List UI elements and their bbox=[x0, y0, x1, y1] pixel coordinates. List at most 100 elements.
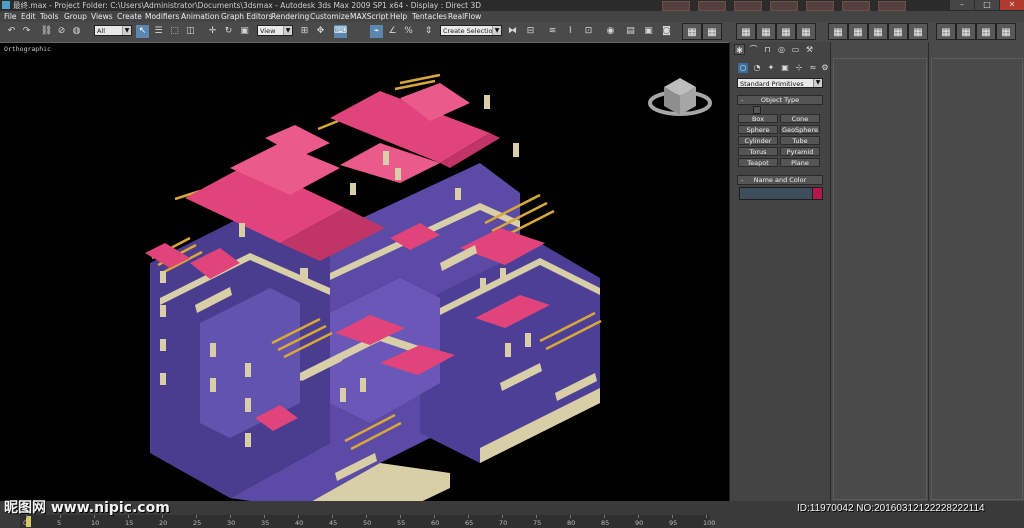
menu-maxscript[interactable]: MAXScript bbox=[350, 11, 389, 22]
hierarchy-tab-icon[interactable]: ⊓ bbox=[762, 44, 773, 55]
object-type-rollout[interactable]: - Object Type bbox=[737, 95, 823, 105]
menu-views[interactable]: Views bbox=[91, 11, 113, 22]
menu-edit[interactable]: Edit bbox=[21, 11, 36, 22]
manipulate-icon[interactable]: ✥ bbox=[314, 25, 327, 38]
select-object-icon[interactable]: ↖ bbox=[136, 25, 149, 38]
maximize-button[interactable]: □ bbox=[975, 0, 999, 10]
display-tab-icon[interactable]: ▭ bbox=[790, 44, 801, 55]
motion-tab-icon[interactable]: ◎ bbox=[776, 44, 787, 55]
bind-space-warp-icon[interactable]: ◍ bbox=[70, 25, 83, 38]
redo-icon[interactable]: ↷ bbox=[20, 25, 33, 38]
selection-filter-dropdown[interactable]: All ▼ bbox=[94, 25, 132, 36]
menu-realflow[interactable]: RealFlow bbox=[448, 11, 481, 22]
extra-tool-icon[interactable]: ▦ bbox=[796, 23, 816, 40]
extra-tool-icon[interactable]: ▦ bbox=[956, 23, 976, 40]
box-button[interactable]: Box bbox=[738, 114, 778, 123]
reference-coordinate-dropdown[interactable]: View ▼ bbox=[257, 25, 293, 36]
mirror-icon[interactable]: ⧓ bbox=[506, 25, 519, 38]
tube-button[interactable]: Tube bbox=[780, 136, 820, 145]
taskbar-thumbnail[interactable] bbox=[698, 1, 726, 11]
extra-tool-icon[interactable]: ▦ bbox=[868, 23, 888, 40]
menu-animation[interactable]: Animation bbox=[181, 11, 219, 22]
align-icon[interactable]: ⊟ bbox=[524, 25, 537, 38]
percent-snap-icon[interactable]: % bbox=[402, 25, 415, 38]
layer-manager-icon[interactable]: ≋ bbox=[546, 25, 559, 38]
taskbar-thumbnail[interactable] bbox=[842, 1, 870, 11]
keyboard-shortcut-override-icon[interactable]: ⌨ bbox=[334, 25, 347, 38]
scale-icon[interactable]: ▣ bbox=[238, 25, 251, 38]
object-color-swatch[interactable] bbox=[812, 187, 823, 200]
extra-tool-icon[interactable]: ▦ bbox=[888, 23, 908, 40]
extra-tool-icon[interactable]: ▦ bbox=[996, 23, 1016, 40]
menu-graph-editors[interactable]: Graph Editors bbox=[221, 11, 273, 22]
undo-icon[interactable]: ↶ bbox=[5, 25, 18, 38]
geometry-icon[interactable]: ○ bbox=[738, 63, 748, 73]
unlink-icon[interactable]: ⊘ bbox=[55, 25, 68, 38]
select-by-name-icon[interactable]: ☰ bbox=[152, 25, 165, 38]
lights-icon[interactable]: ✦ bbox=[766, 63, 776, 73]
material-editor-icon[interactable]: ◉ bbox=[604, 25, 617, 38]
rendered-frame-window-icon[interactable]: ▣ bbox=[642, 25, 655, 38]
extra-tool-icon[interactable]: ▦ bbox=[682, 23, 702, 40]
curve-editor-icon[interactable]: ⌇ bbox=[564, 25, 577, 38]
pyramid-button[interactable]: Pyramid bbox=[780, 147, 820, 156]
menu-help[interactable]: Help bbox=[390, 11, 407, 22]
shapes-icon[interactable]: ◔ bbox=[752, 63, 762, 73]
menu-file[interactable]: File bbox=[4, 11, 17, 22]
torus-button[interactable]: Torus bbox=[738, 147, 778, 156]
modify-tab-icon[interactable]: ⌒ bbox=[748, 44, 759, 55]
extra-tool-icon[interactable]: ▦ bbox=[848, 23, 868, 40]
autogrid-checkbox[interactable] bbox=[753, 106, 761, 114]
space-warps-icon[interactable]: ≈ bbox=[808, 63, 818, 73]
minimize-button[interactable]: – bbox=[950, 0, 974, 10]
menu-group[interactable]: Group bbox=[64, 11, 87, 22]
menu-tools[interactable]: Tools bbox=[40, 11, 58, 22]
taskbar-thumbnail[interactable] bbox=[662, 1, 690, 11]
taskbar-thumbnail[interactable] bbox=[734, 1, 762, 11]
extra-tool-icon[interactable]: ▦ bbox=[976, 23, 996, 40]
extra-tool-icon[interactable]: ▦ bbox=[702, 23, 722, 40]
create-tab-icon[interactable]: ✱ bbox=[734, 44, 745, 55]
taskbar-thumbnail[interactable] bbox=[806, 1, 834, 11]
spinner-snap-icon[interactable]: ⇕ bbox=[422, 25, 435, 38]
systems-icon[interactable]: ⚙ bbox=[820, 63, 830, 73]
extra-tool-icon[interactable]: ▦ bbox=[776, 23, 796, 40]
utilities-tab-icon[interactable]: ⚒ bbox=[804, 44, 815, 55]
extra-tool-icon[interactable]: ▦ bbox=[756, 23, 776, 40]
geosphere-button[interactable]: GeoSphere bbox=[780, 125, 820, 134]
plane-button[interactable]: Plane bbox=[780, 158, 820, 167]
render-setup-icon[interactable]: ▤ bbox=[624, 25, 637, 38]
named-selection-dropdown[interactable]: Create Selection Se ▼ bbox=[440, 25, 502, 36]
window-crossing-icon[interactable]: ◫ bbox=[184, 25, 197, 38]
quick-render-icon[interactable]: ◙ bbox=[660, 25, 673, 38]
menu-tentacles[interactable]: Tentacles bbox=[412, 11, 447, 22]
rectangular-selection-icon[interactable]: ⬚ bbox=[168, 25, 181, 38]
teapot-button[interactable]: Teapot bbox=[738, 158, 778, 167]
snaps-toggle-icon[interactable]: ⌁ bbox=[370, 25, 383, 38]
menu-create[interactable]: Create bbox=[117, 11, 142, 22]
move-icon[interactable]: ✛ bbox=[206, 25, 219, 38]
perspective-viewport[interactable]: Orthographic bbox=[0, 42, 729, 502]
pivot-center-icon[interactable]: ⊞ bbox=[298, 25, 311, 38]
extra-tool-icon[interactable]: ▦ bbox=[908, 23, 928, 40]
cone-button[interactable]: Cone bbox=[780, 114, 820, 123]
helpers-icon[interactable]: ⊹ bbox=[794, 63, 804, 73]
menu-customize[interactable]: Customize bbox=[310, 11, 349, 22]
angle-snap-icon[interactable]: ∠ bbox=[386, 25, 399, 38]
taskbar-thumbnail[interactable] bbox=[878, 1, 906, 11]
menu-rendering[interactable]: Rendering bbox=[271, 11, 309, 22]
extra-tool-icon[interactable]: ▦ bbox=[828, 23, 848, 40]
menu-modifiers[interactable]: Modifiers bbox=[145, 11, 179, 22]
rotate-icon[interactable]: ↻ bbox=[222, 25, 235, 38]
select-and-link-icon[interactable]: ⛓ bbox=[40, 25, 53, 38]
sphere-button[interactable]: Sphere bbox=[738, 125, 778, 134]
primitive-category-dropdown[interactable]: Standard Primitives ▼ bbox=[737, 78, 823, 88]
cylinder-button[interactable]: Cylinder bbox=[738, 136, 778, 145]
name-and-color-rollout[interactable]: - Name and Color bbox=[737, 175, 823, 185]
viewcube-icon[interactable] bbox=[648, 78, 712, 116]
schematic-view-icon[interactable]: ⊡ bbox=[582, 25, 595, 38]
extra-tool-icon[interactable]: ▦ bbox=[736, 23, 756, 40]
building-model[interactable] bbox=[145, 73, 602, 502]
object-name-field[interactable] bbox=[739, 187, 813, 200]
extra-tool-icon[interactable]: ▦ bbox=[936, 23, 956, 40]
